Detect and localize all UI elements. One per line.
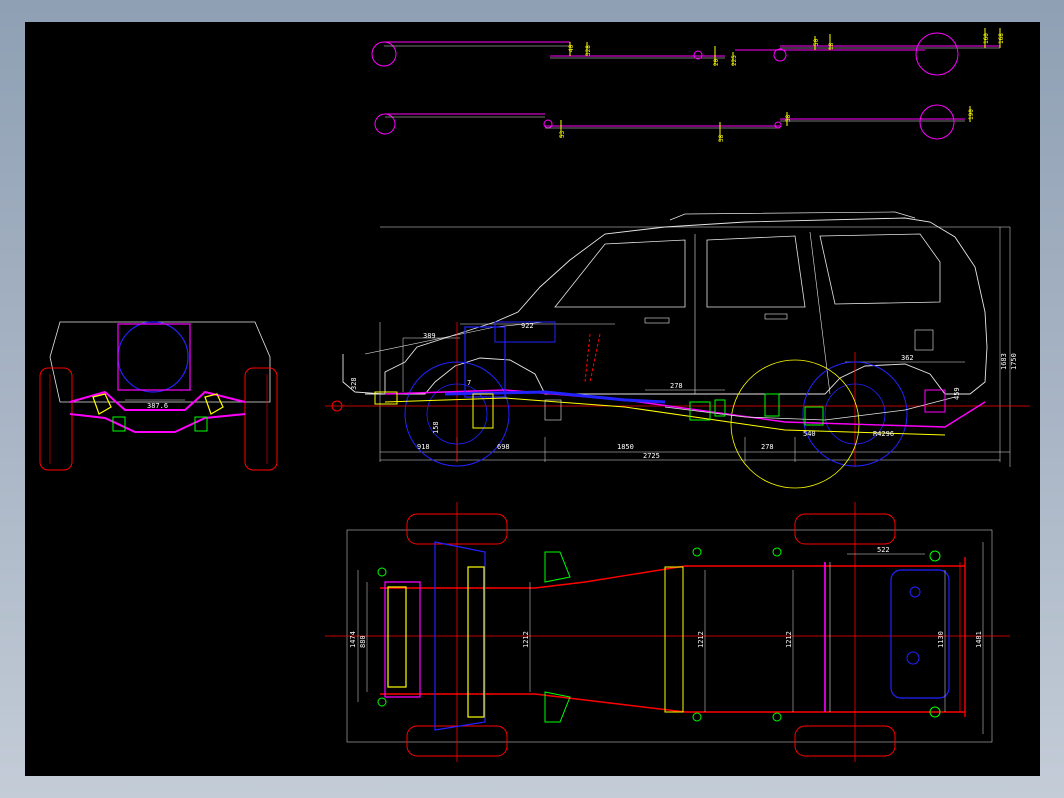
- dim-wheelbase: 2725: [643, 452, 660, 460]
- dim-label: 53: [559, 130, 566, 138]
- dim-rear-span: 278: [761, 443, 774, 451]
- plan-view: 1474 880 1212 1212 1212 522 1130 1481: [325, 502, 1010, 762]
- dim-left-vert: 328: [350, 377, 358, 390]
- dim-label: 58: [785, 114, 792, 122]
- dim-rear-vert: 459: [953, 387, 961, 400]
- cad-drawing: 40 328 20 225 50 18 160 168 53 38 58 190: [39, 28, 1030, 762]
- rear-window: [819, 233, 941, 305]
- dim-mid-span: 1850: [617, 443, 634, 451]
- rear-right-tire: [794, 725, 896, 757]
- dim-vert-small: 158: [432, 421, 440, 434]
- dim-top-left: 389: [423, 332, 436, 340]
- dim-plan-rear-w2: 1481: [975, 631, 983, 648]
- spring-detail-row-1: 40 328 20 225 50 18 160 168: [371, 28, 1005, 76]
- dim-label: 20: [713, 58, 720, 66]
- dim-label: 225: [731, 55, 738, 66]
- dim-rear-low: 540: [803, 430, 816, 438]
- dim-plan-frame-2: 1212: [697, 631, 705, 648]
- dim-front-overhang: 918: [417, 443, 430, 451]
- dim-top-mid: 922: [521, 322, 534, 330]
- dim-label: 190: [968, 109, 975, 120]
- cad-drawing-canvas: 40 328 20 225 50 18 160 168 53 38 58 190: [25, 22, 1040, 776]
- side-view: 918 698 1850 278 2725 389 922 362 278 7 …: [325, 211, 1030, 489]
- dim-plan-width-inner: 880: [359, 635, 367, 648]
- dim-plan-rear-top: 522: [877, 546, 890, 554]
- dim-rear-diag: R4296: [873, 430, 894, 438]
- dim-top-right: 362: [901, 354, 914, 362]
- dim-height-2: 1750: [1010, 353, 1018, 370]
- dim-label: 160: [983, 33, 990, 44]
- dim-plan-frame-1: 1212: [522, 631, 530, 648]
- dim-label: 168: [998, 33, 1005, 44]
- front-view: 387.6: [39, 321, 278, 471]
- dim-label: 50: [813, 38, 820, 46]
- dim-label: 328: [585, 45, 592, 56]
- dim-plan-frame-3: 1212: [785, 631, 793, 648]
- dim-label: 40: [568, 44, 575, 52]
- dim-center: 7: [467, 379, 471, 387]
- dim-height-1: 1683: [1000, 353, 1008, 370]
- spring-detail-row-2: 53 38 58 190: [374, 104, 975, 142]
- rear-left-tire: [794, 513, 896, 545]
- dim-front-span: 698: [497, 443, 510, 451]
- dim-plan-rear-w1: 1130: [937, 631, 945, 648]
- dim-label: 18: [828, 42, 835, 50]
- dim-mid-right: 278: [670, 382, 683, 390]
- front-window: [554, 239, 686, 308]
- dim-plan-width-outer: 1474: [349, 631, 357, 648]
- radiator-fan: [117, 321, 189, 393]
- dim-track: 387.6: [147, 402, 168, 410]
- middle-window: [706, 235, 806, 308]
- vehicle-body-outline: [342, 217, 988, 395]
- dim-label: 38: [718, 134, 725, 142]
